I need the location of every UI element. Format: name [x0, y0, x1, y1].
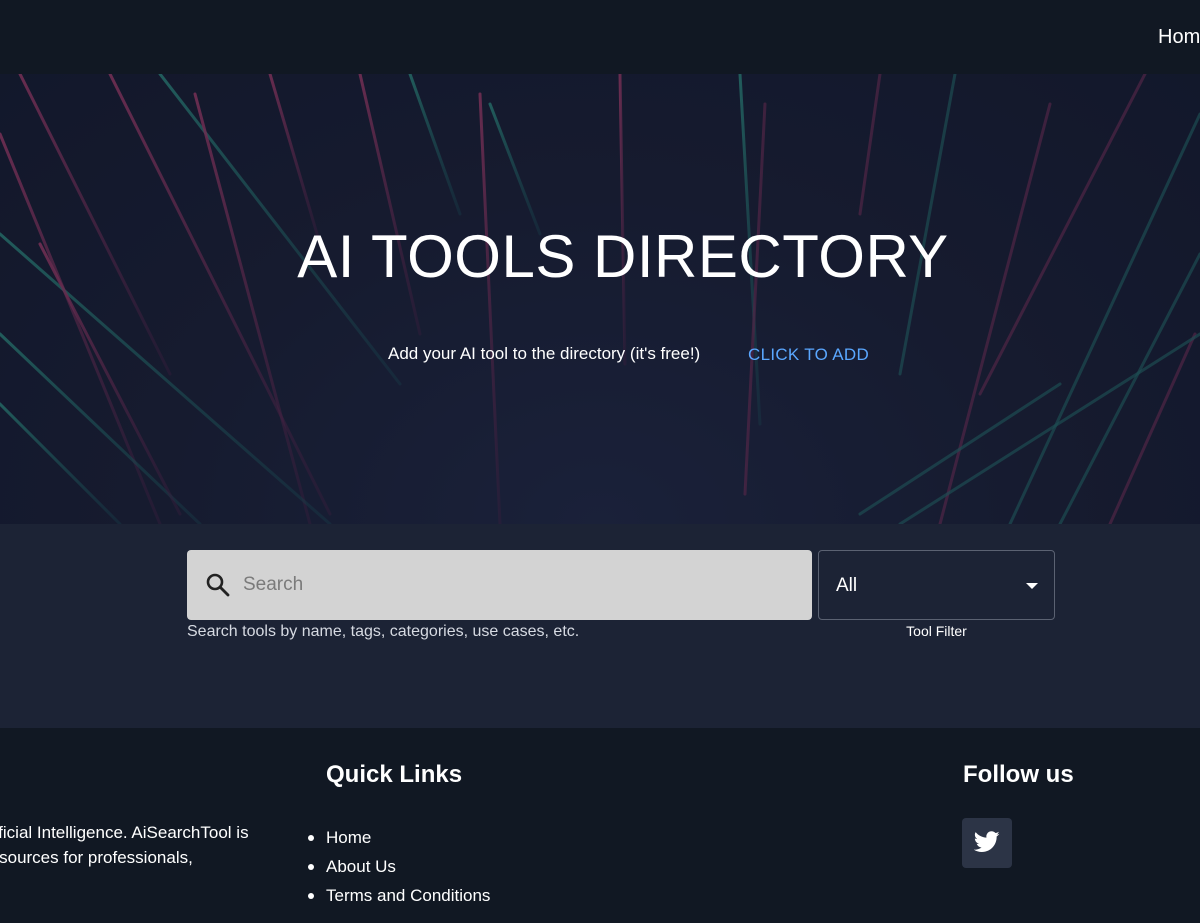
filter-selected-value: All: [836, 575, 858, 596]
tool-filter-select[interactable]: All: [818, 550, 1055, 620]
footer-about-line: resources for professionals,: [0, 848, 193, 867]
page-title: AI TOOLS DIRECTORY: [297, 223, 949, 290]
quick-link-item: About Us: [307, 852, 490, 881]
quick-link-terms[interactable]: Terms and Conditions: [326, 886, 490, 905]
top-navbar: Hom: [0, 0, 1200, 74]
quick-link-home[interactable]: Home: [326, 828, 371, 847]
search-section: Search tools by name, tags, categories, …: [0, 524, 1200, 728]
footer-about-text: rtificial Intelligence. AiSearchTool is …: [0, 820, 284, 870]
quick-links-heading: Quick Links: [326, 761, 463, 788]
hero-subtitle: Add your AI tool to the directory (it's …: [388, 344, 701, 363]
caret-down-icon: [1026, 583, 1038, 589]
click-to-add-link[interactable]: CLICK TO ADD: [748, 345, 869, 365]
quick-links-list: Home About Us Terms and Conditions: [307, 823, 490, 910]
quick-link-item: Home: [307, 823, 490, 852]
twitter-button[interactable]: [962, 818, 1012, 868]
twitter-icon: [974, 831, 1000, 852]
search-input[interactable]: [243, 564, 793, 606]
quick-link-item: Terms and Conditions: [307, 881, 490, 910]
hero-background-image: [0, 74, 1200, 524]
footer: rtificial Intelligence. AiSearchTool is …: [0, 728, 1200, 923]
search-icon: [205, 572, 231, 598]
nav-home-link[interactable]: Hom: [1158, 26, 1200, 49]
search-help-text: Search tools by name, tags, categories, …: [187, 623, 580, 640]
follow-us-heading: Follow us: [963, 761, 1074, 788]
hero-banner: AI TOOLS DIRECTORY Add your AI tool to t…: [0, 74, 1200, 524]
footer-about-line: rtificial Intelligence. AiSearchTool is: [0, 823, 249, 842]
quick-link-about-us[interactable]: About Us: [326, 857, 396, 876]
tool-filter-label: Tool Filter: [906, 623, 967, 639]
search-box[interactable]: [187, 550, 812, 620]
